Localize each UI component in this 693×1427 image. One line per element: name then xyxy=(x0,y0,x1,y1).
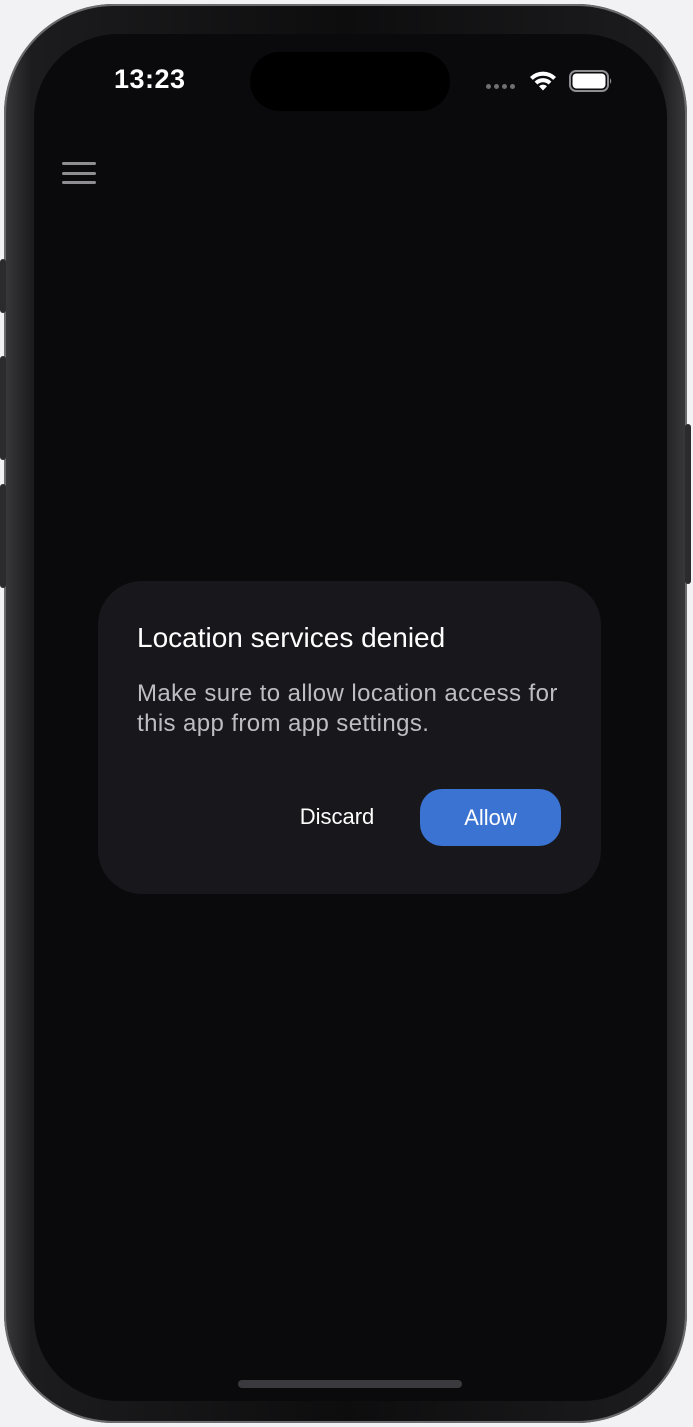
home-indicator[interactable] xyxy=(238,1380,462,1388)
cellular-dots-icon xyxy=(486,84,515,89)
allow-button[interactable]: Allow xyxy=(420,789,561,846)
location-denied-dialog: Location services denied Make sure to al… xyxy=(98,581,601,894)
battery-icon xyxy=(569,70,612,92)
wifi-icon xyxy=(530,71,556,91)
dynamic-island xyxy=(250,52,450,111)
status-time: 13:23 xyxy=(114,64,186,94)
discard-button[interactable]: Discard xyxy=(284,789,390,845)
hamburger-menu-icon[interactable] xyxy=(60,158,98,188)
volume-down-button xyxy=(0,484,6,588)
volume-up-button xyxy=(0,356,6,460)
power-button xyxy=(685,424,691,584)
dialog-title: Location services denied xyxy=(137,622,446,653)
dialog-message: Make sure to allow location access for t… xyxy=(137,680,558,737)
action-button xyxy=(0,259,6,313)
phone-frame: 13:23 Location services denied Make sure… xyxy=(0,4,691,1423)
screen: 13:23 Location services denied Make sure… xyxy=(34,34,667,1401)
